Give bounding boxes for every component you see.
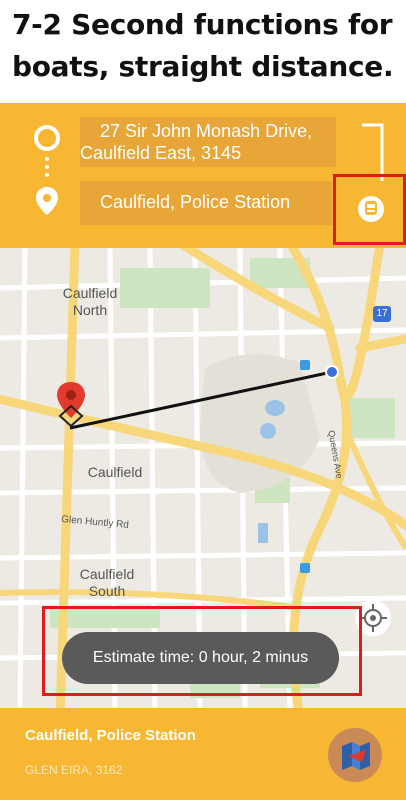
map-label-caulfield: Caulfield <box>87 464 143 480</box>
bottom-place-name: Caulfield, Police Station <box>25 727 196 744</box>
map-label-line: Caulfield <box>62 285 118 301</box>
destination-text: Caulfield, Police Station <box>100 192 291 212</box>
map-label-line: North <box>72 302 108 318</box>
origin-line-1: 27 Sir John Monash Drive, <box>100 121 313 141</box>
origin-line-2: Caulfield East, 3145 <box>80 143 242 163</box>
route-shield-label: 17 <box>376 308 388 319</box>
caption-line-2: boats, straight distance. <box>12 50 394 83</box>
map-label-line: South <box>88 583 126 599</box>
caption-line-1: 7-2 Second functions for <box>12 8 393 41</box>
bottom-area: GLEN EIRA, 3162 <box>25 763 123 777</box>
map-label-line: Caulfield <box>79 566 135 582</box>
folded-map-icon <box>342 742 370 770</box>
map-label-caulfield-north: Caulfield North <box>55 285 125 319</box>
mode-highlight-box <box>333 174 406 245</box>
destination-pin-icon <box>36 187 58 215</box>
navigation-button[interactable] <box>328 728 382 782</box>
bottom-info-bar[interactable]: Caulfield, Police Station GLEN EIRA, 316… <box>0 708 406 800</box>
origin-field[interactable]: 27 Sir John Monash Drive, Caulfield East… <box>80 117 336 167</box>
toast-highlight-box <box>42 606 362 696</box>
map-label-caulfield-south: Caulfield South <box>72 566 142 600</box>
caption: 7-2 Second functions for boats, straight… <box>0 0 406 103</box>
destination-field[interactable]: Caulfield, Police Station <box>80 181 332 225</box>
route-connector <box>45 157 49 177</box>
map-pin-icon[interactable] <box>54 380 88 430</box>
origin-icon <box>34 125 60 151</box>
